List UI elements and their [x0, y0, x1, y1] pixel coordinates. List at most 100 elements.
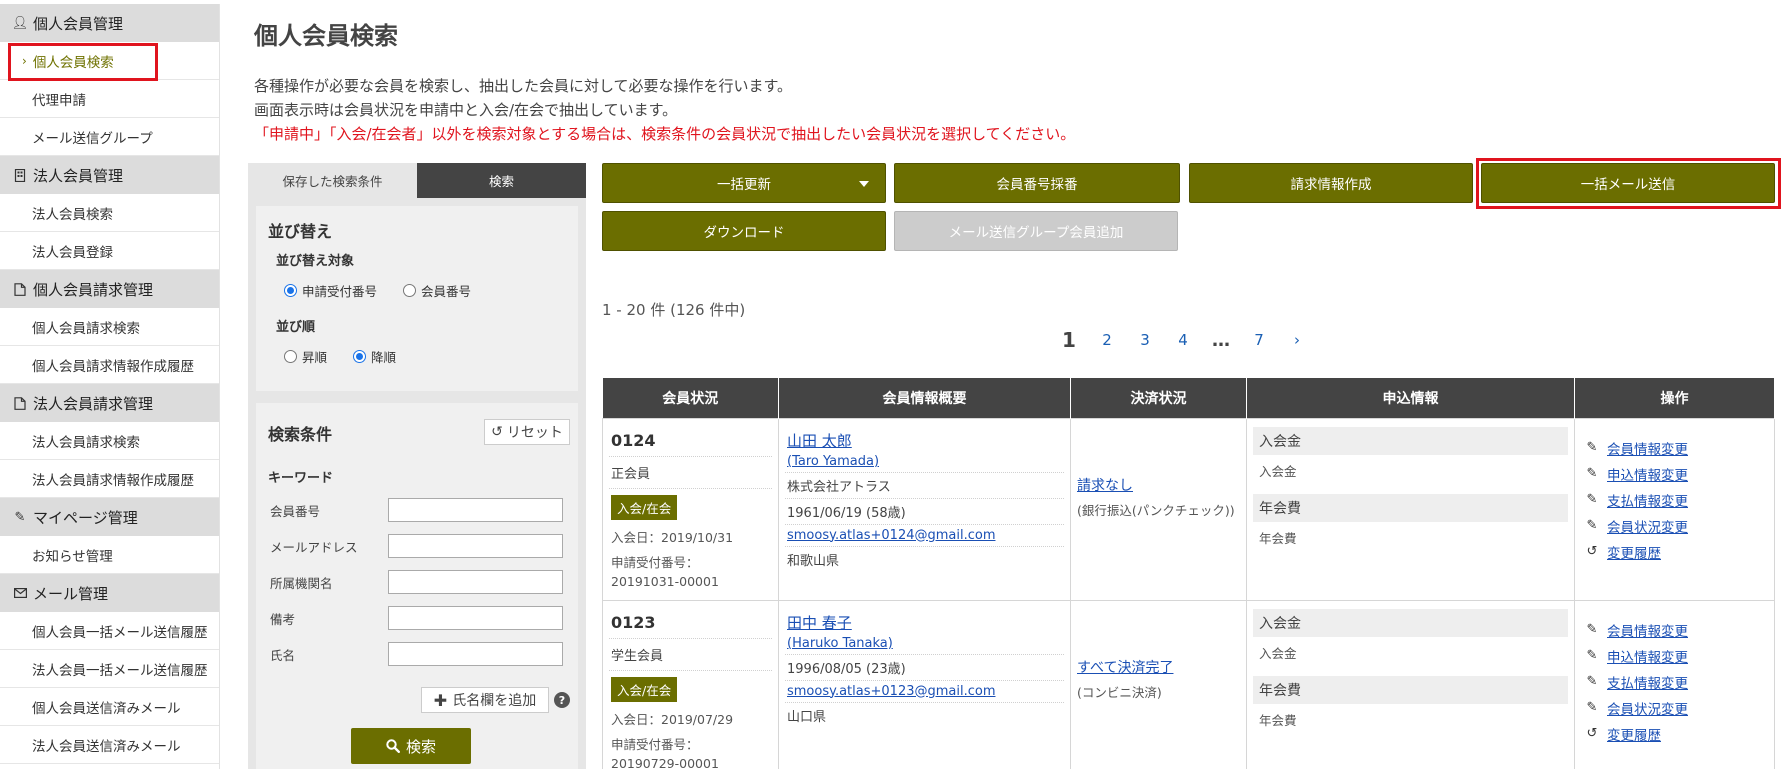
field-label: メールアドレス [270, 539, 358, 555]
sidebar-item-corporate-billing-history[interactable]: 法人会員請求情報作成履歴 [0, 460, 219, 498]
name-row: 氏名 [268, 636, 566, 672]
application-item-title: 入会金 [1253, 608, 1568, 637]
status-badge: 入会/在会 [611, 494, 678, 520]
organization-input[interactable] [388, 570, 563, 594]
edit-payment-link[interactable]: 支払情報変更 [1607, 672, 1688, 692]
sidebar-item-individual-billing-history[interactable]: 個人会員請求情報作成履歴 [0, 346, 219, 384]
sidebar-item-individual-bulk-mail-history[interactable]: 個人会員一括メール送信履歴 [0, 612, 219, 650]
radio-unselected-icon [284, 350, 297, 363]
edit-member-info-link[interactable]: 会員情報変更 [1607, 438, 1688, 458]
radio-label: 会員番号 [421, 284, 472, 299]
sidebar-item-corporate-billing-search[interactable]: 法人会員請求検索 [0, 422, 219, 460]
page-link[interactable]: 3 [1126, 331, 1164, 349]
mail-icon [12, 588, 28, 598]
edit-member-status-link[interactable]: 会員状況変更 [1607, 516, 1688, 536]
application-item-title: 年会費 [1253, 675, 1568, 704]
sort-order-ascending-radio[interactable]: 昇順 [284, 347, 327, 366]
page-title: 個人会員検索 [254, 22, 398, 50]
edit-payment-link[interactable]: 支払情報変更 [1607, 490, 1688, 510]
edit-application-link[interactable]: 申込情報変更 [1607, 464, 1688, 484]
member-name-link[interactable]: 田中 春子 [787, 614, 852, 632]
tab-search[interactable]: 検索 [417, 163, 586, 198]
sort-order-group: 昇順 降順 [284, 347, 566, 366]
email-link[interactable]: smoosy.atlas+0123@gmail.com [787, 684, 995, 699]
add-name-field-button[interactable]: ✚ 氏名欄を追加 [421, 687, 549, 713]
sidebar-item-label: 法人会員検索 [32, 206, 113, 223]
search-panel-tabs: 保存した検索条件 検索 [248, 163, 586, 198]
tab-saved-conditions[interactable]: 保存した検索条件 [248, 163, 417, 198]
member-name-roman-link[interactable]: (Taro Yamada) [787, 454, 879, 469]
application-number: 20191031-00001 [611, 573, 719, 589]
table-row: 0124 正会員 入会/在会 入会日：2019/10/31 申請受付番号： 20… [602, 417, 1775, 601]
search-button[interactable]: 検索 [351, 728, 471, 764]
member-name-link[interactable]: 山田 太郎 [787, 432, 852, 450]
email-link[interactable]: smoosy.atlas+0124@gmail.com [787, 528, 995, 543]
button-label: 一括更新 [717, 177, 771, 193]
column-header: 会員情報概要 [778, 378, 1071, 418]
email-input[interactable] [388, 534, 563, 558]
organization: 株式会社アトラス [785, 473, 1064, 499]
member-number-input[interactable] [388, 498, 563, 522]
page-link[interactable]: 4 [1164, 331, 1202, 349]
download-button[interactable]: ダウンロード [602, 211, 886, 251]
name-input[interactable] [388, 642, 563, 666]
change-history-link[interactable]: 変更履歴 [1607, 542, 1661, 562]
operations-cell: ✎ 会員情報変更 ✎ 申込情報変更 ✎ 支払情報変更 ✎ 会員状況変更 ↺ 変更履歴 [1574, 417, 1775, 601]
column-header: 操作 [1574, 378, 1775, 418]
sidebar-item-notices[interactable]: お知らせ管理 [0, 536, 219, 574]
page-description: 各種操作が必要な会員を検索し、抽出した会員に対して必要な操作を行います。 [254, 77, 793, 95]
radio-label: 昇順 [302, 350, 328, 365]
reset-button[interactable]: ↺ リセット [484, 419, 570, 445]
page-next[interactable]: › [1278, 331, 1316, 349]
sidebar-item-corporate-register[interactable]: 法人会員登録 [0, 232, 219, 270]
add-mail-group-member-button: メール送信グループ会員追加 [894, 211, 1178, 251]
pencil-icon: ✎ [1586, 492, 1598, 507]
sort-order-descending-radio[interactable]: 降順 [353, 347, 396, 366]
sidebar-item-individual-search[interactable]: › 個人会員検索 [0, 42, 219, 80]
sidebar-section-label: 法人会員請求管理 [33, 394, 154, 413]
sidebar-item-mail-group[interactable]: メール送信グループ [0, 118, 219, 156]
pencil-icon: ✎ [1586, 440, 1598, 455]
edit-member-info-link[interactable]: 会員情報変更 [1607, 620, 1688, 640]
sidebar-item-label: 個人会員請求情報作成履歴 [32, 358, 194, 375]
page-current: 1 [1062, 328, 1076, 352]
sidebar-section-label: 法人会員管理 [33, 166, 124, 185]
pencil-icon: ✎ [1586, 700, 1598, 715]
sidebar-item-label: 個人会員検索 [32, 54, 114, 71]
change-history-link[interactable]: 変更履歴 [1607, 724, 1661, 744]
join-date: 入会日：2019/10/31 [611, 529, 734, 545]
payment-status-link[interactable]: すべて決済完了 [1077, 657, 1240, 677]
member-name-roman-link[interactable]: (Haruko Tanaka) [787, 636, 893, 651]
help-icon[interactable]: ? [554, 692, 570, 708]
page-link[interactable]: 7 [1240, 331, 1278, 349]
bulk-update-button[interactable]: 一括更新 [602, 163, 886, 203]
sidebar-item-corporate-bulk-mail-history[interactable]: 法人会員一括メール送信履歴 [0, 650, 219, 688]
page-link[interactable]: 2 [1088, 331, 1126, 349]
bulk-mail-button[interactable]: 一括メール送信 [1481, 163, 1775, 203]
sidebar-item-corporate-sent-mail[interactable]: 法人会員送信済みメール [0, 726, 219, 764]
edit-application-link[interactable]: 申込情報変更 [1607, 646, 1688, 666]
field-label: 会員番号 [270, 503, 321, 519]
sidebar-item-label: お知らせ管理 [32, 548, 113, 565]
radio-selected-icon [284, 284, 297, 297]
sidebar-item-corporate-search[interactable]: 法人会員検索 [0, 194, 219, 232]
reset-icon: ↺ [491, 424, 503, 440]
assign-member-number-button[interactable]: 会員番号採番 [894, 163, 1180, 203]
create-billing-button[interactable]: 請求情報作成 [1189, 163, 1473, 203]
remarks-input[interactable] [388, 606, 563, 630]
application-item-detail: 年会費 [1259, 712, 1297, 728]
sidebar-section-mypage: ✎ マイページ管理 [0, 498, 219, 536]
payment-status-link[interactable]: 請求なし [1077, 475, 1240, 495]
sidebar-item-proxy-application[interactable]: 代理申請 [0, 80, 219, 118]
sidebar-item-individual-billing-search[interactable]: 個人会員請求検索 [0, 308, 219, 346]
column-header: 会員状況 [602, 378, 779, 418]
member-number: 0124 [609, 427, 772, 457]
sort-target-member-number-radio[interactable]: 会員番号 [403, 281, 471, 300]
sidebar-item-individual-sent-mail[interactable]: 個人会員送信済みメール [0, 688, 219, 726]
document-icon [12, 282, 28, 296]
sidebar: 👤︎ 個人会員管理 › 個人会員検索 代理申請 メール送信グループ 法人会員管理… [0, 4, 220, 769]
edit-member-status-link[interactable]: 会員状況変更 [1607, 698, 1688, 718]
field-label: 所属機関名 [270, 575, 333, 591]
sort-target-application-number-radio[interactable]: 申請受付番号 [284, 281, 377, 300]
sort-target-label: 並び替え対象 [276, 254, 355, 269]
